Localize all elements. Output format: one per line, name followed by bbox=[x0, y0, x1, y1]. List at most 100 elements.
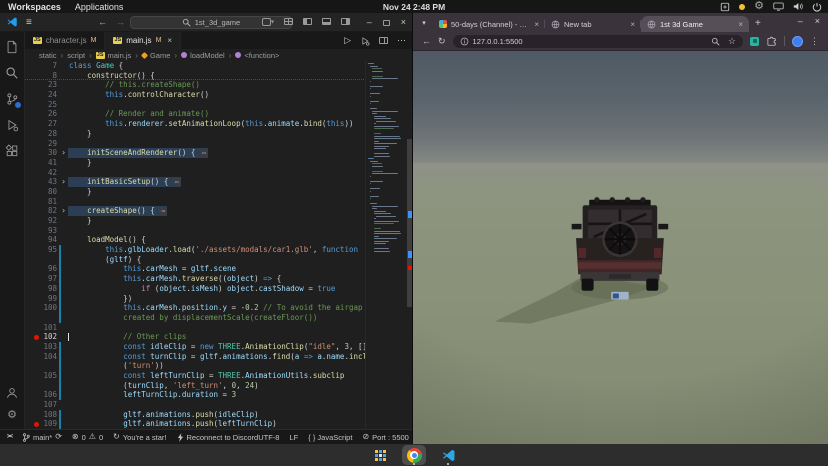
toggle-sidebar-icon[interactable] bbox=[303, 13, 312, 31]
more-actions-icon[interactable]: ⋯ bbox=[397, 35, 406, 46]
line-number[interactable]: 26 bbox=[25, 109, 59, 119]
code-text[interactable]: initSceneAndRenderer() { ⋯ bbox=[68, 148, 208, 158]
line-number[interactable] bbox=[25, 255, 59, 265]
code-line[interactable]: 8 constructor() { bbox=[25, 71, 364, 81]
code-line[interactable]: 7class Game { bbox=[25, 61, 364, 71]
nav-forward-icon[interactable]: → bbox=[116, 17, 125, 27]
code-line[interactable]: 107 bbox=[25, 400, 364, 410]
eol-status[interactable]: LF bbox=[289, 433, 298, 442]
power-icon[interactable] bbox=[812, 2, 822, 12]
line-number[interactable]: 97 bbox=[25, 274, 59, 284]
settings-gear-icon[interactable]: ⚙ bbox=[7, 410, 17, 421]
close-icon[interactable]: × bbox=[401, 17, 406, 27]
line-number[interactable]: 25 bbox=[25, 100, 59, 110]
code-text[interactable]: } bbox=[68, 187, 92, 197]
breadcrumb-item[interactable]: JSmain.js bbox=[96, 51, 132, 60]
code-text[interactable]: gltf.animations.push(idleClip) bbox=[68, 410, 259, 420]
code-line[interactable]: 42 bbox=[25, 168, 364, 178]
line-number[interactable]: 106 bbox=[25, 390, 59, 400]
breakpoint-dot[interactable] bbox=[34, 422, 39, 427]
code-text[interactable]: this.carMesh = gltf.scene bbox=[68, 264, 236, 274]
code-line[interactable]: 101 bbox=[25, 323, 364, 333]
address-bar[interactable]: 127.0.0.1:5500 ☆ bbox=[453, 35, 743, 48]
files-icon[interactable] bbox=[5, 40, 19, 54]
line-number[interactable]: 42 bbox=[25, 168, 59, 178]
line-number[interactable]: 23 bbox=[25, 80, 59, 90]
code-text[interactable] bbox=[68, 323, 69, 333]
code-line[interactable]: 26 // Render and animate() bbox=[25, 109, 364, 119]
code-text[interactable]: (gltf) { bbox=[68, 255, 141, 265]
line-number[interactable]: 109 bbox=[25, 419, 59, 429]
toggle-panel-icon[interactable] bbox=[322, 13, 331, 31]
problems-status[interactable]: ⊗0⚠0 bbox=[72, 433, 103, 442]
code-line[interactable]: 97 this.carMesh.traverse((object) => { bbox=[25, 274, 364, 284]
url-text[interactable]: 127.0.0.1:5500 bbox=[473, 37, 707, 46]
editor-tab-character.js[interactable]: JScharacter.jsM bbox=[25, 32, 105, 49]
customize-layout-icon[interactable] bbox=[284, 13, 293, 31]
minimap[interactable] bbox=[365, 61, 407, 429]
code-text[interactable]: this.renderer.setAnimationLoop(this.anim… bbox=[68, 119, 353, 129]
code-line[interactable]: 94 loadModel() { bbox=[25, 235, 364, 245]
line-number[interactable]: 94 bbox=[25, 235, 59, 245]
code-line[interactable]: 23 // this.createShape() bbox=[25, 80, 364, 90]
nav-back-icon[interactable]: ← bbox=[98, 17, 107, 27]
tray-app-icon[interactable] bbox=[720, 2, 730, 12]
code-line[interactable]: 81 bbox=[25, 197, 364, 207]
line-number[interactable]: 81 bbox=[25, 197, 59, 207]
extension-icon[interactable] bbox=[750, 37, 759, 46]
line-number[interactable]: 41 bbox=[25, 158, 59, 168]
code-line[interactable]: 108 gltf.animations.push(idleClip) bbox=[25, 410, 364, 420]
code-line[interactable]: 29 bbox=[25, 139, 364, 149]
code-text[interactable]: } bbox=[68, 158, 92, 168]
extensions-icon[interactable] bbox=[5, 144, 19, 158]
code-line[interactable]: 82› createShape() { ⋯ bbox=[25, 206, 364, 216]
line-number[interactable]: 93 bbox=[25, 226, 59, 236]
copilot-chat-icon[interactable]: ▾ bbox=[262, 13, 274, 31]
search-icon[interactable] bbox=[5, 66, 19, 80]
code-text[interactable]: class Game { bbox=[68, 61, 123, 71]
line-number[interactable] bbox=[25, 361, 59, 371]
breadcrumb-item[interactable]: <function> bbox=[235, 51, 279, 60]
browser-tab-2[interactable]: New tab× bbox=[545, 16, 641, 32]
code-text[interactable]: created by displacementScale(createFloor… bbox=[68, 313, 317, 323]
line-number[interactable]: 107 bbox=[25, 400, 59, 410]
code-text[interactable]: gltf.animations.push(leftTurnClip) bbox=[68, 419, 277, 429]
browser-tab-3[interactable]: 1st 3d Game× bbox=[641, 16, 749, 32]
code-text[interactable] bbox=[68, 100, 69, 110]
volume-icon[interactable] bbox=[793, 2, 803, 11]
vscode-taskbar-icon[interactable] bbox=[436, 445, 460, 465]
code-line[interactable]: 24 this.controlCharacter() bbox=[25, 90, 364, 100]
browser-minimize-icon[interactable]: – bbox=[798, 16, 803, 26]
breadcrumb-item[interactable]: loadModel bbox=[181, 51, 225, 60]
maximize-icon[interactable] bbox=[383, 17, 390, 27]
zoom-icon[interactable] bbox=[711, 37, 720, 46]
code-line[interactable]: 92 } bbox=[25, 216, 364, 226]
desktop-clock[interactable]: Nov 24 2:48 PM bbox=[0, 2, 828, 12]
code-line[interactable]: 105 const leftTurnClip = THREE.Animation… bbox=[25, 371, 364, 381]
line-number[interactable]: 100 bbox=[25, 303, 59, 313]
tab-close-icon[interactable]: × bbox=[534, 20, 539, 29]
code-text[interactable] bbox=[68, 197, 69, 207]
branch-status[interactable]: main*⟳ bbox=[22, 433, 62, 442]
toggle-secondary-sidebar-icon[interactable] bbox=[341, 13, 350, 31]
breadcrumb-item[interactable]: script bbox=[67, 51, 85, 60]
browser-back-icon[interactable]: ← bbox=[422, 36, 431, 46]
fold-chevron-icon[interactable]: › bbox=[59, 148, 68, 158]
extensions-puzzle-icon[interactable] bbox=[766, 36, 777, 47]
line-number[interactable]: 102 bbox=[25, 332, 59, 342]
code-text[interactable]: loadModel() { bbox=[68, 235, 146, 245]
language-status[interactable]: { } JavaScript bbox=[308, 433, 352, 442]
run-debug-small-icon[interactable] bbox=[360, 36, 370, 46]
line-number[interactable]: 24 bbox=[25, 90, 59, 100]
tab-search-chevron-icon[interactable]: ▾ bbox=[417, 16, 431, 30]
breakpoint-dot[interactable] bbox=[34, 335, 39, 340]
code-line[interactable]: 25 bbox=[25, 100, 364, 110]
new-tab-button[interactable]: + bbox=[755, 18, 761, 29]
star-status[interactable]: ↻You're a star! bbox=[113, 433, 166, 442]
browser-reload-icon[interactable]: ↻ bbox=[438, 36, 446, 47]
code-text[interactable]: this.carMesh.traverse((object) => { bbox=[68, 274, 281, 284]
run-debug-icon[interactable] bbox=[5, 118, 19, 132]
source-control-icon[interactable] bbox=[5, 92, 19, 106]
code-line[interactable]: 30› initSceneAndRenderer() { ⋯ bbox=[25, 148, 364, 158]
line-number[interactable]: 104 bbox=[25, 352, 59, 362]
